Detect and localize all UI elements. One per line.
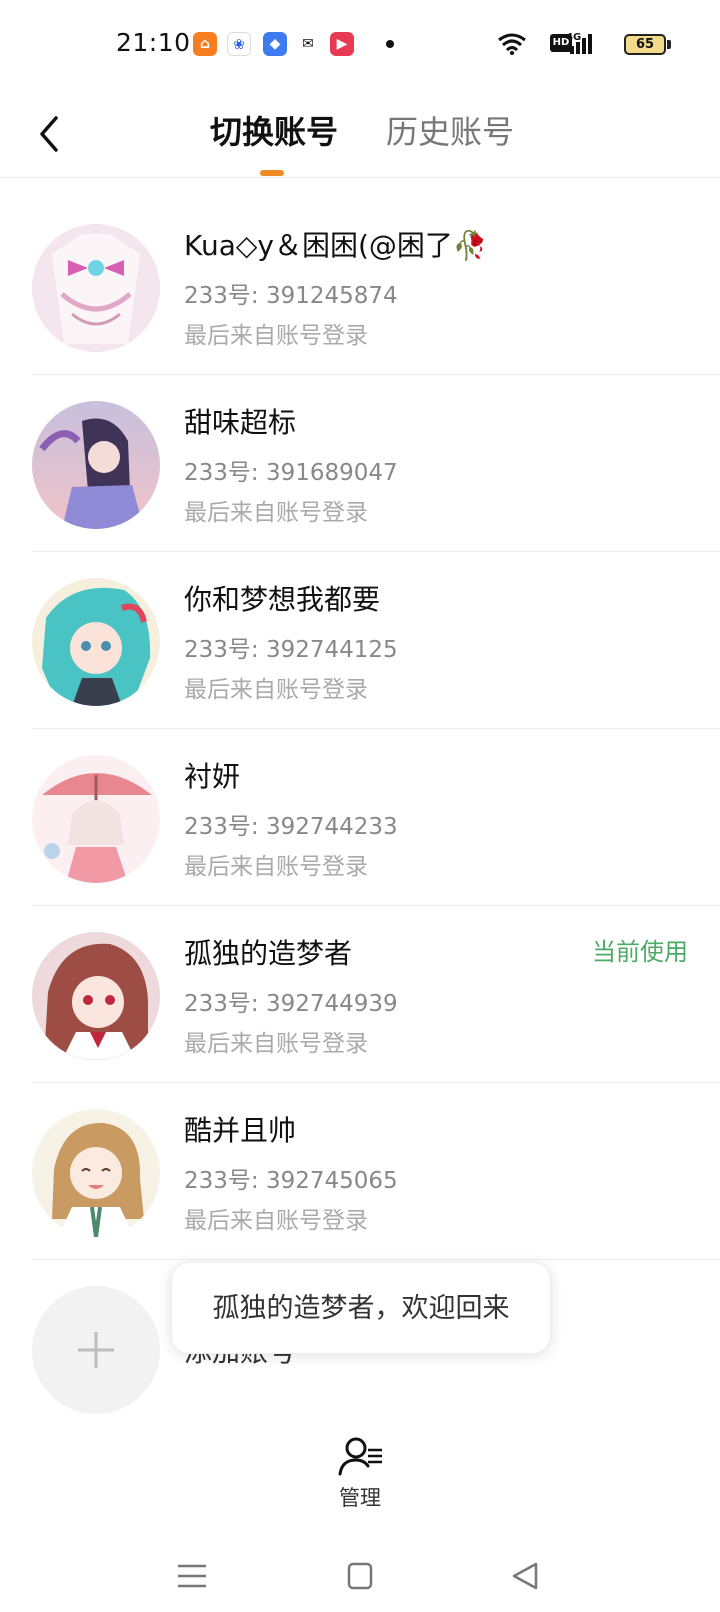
avatar — [32, 932, 160, 1060]
account-id: 233号: 392744125 — [184, 637, 398, 663]
active-tab-indicator — [260, 170, 284, 176]
account-name: Kua◇y＆困困(@困了🥀 — [184, 229, 488, 262]
manage-label: 管理 — [339, 1486, 381, 1510]
account-login-source: 最后来自账号登录 — [184, 323, 368, 349]
account-name: 甜味超标 — [184, 406, 297, 439]
video-icon: ▶ — [330, 32, 354, 56]
battery-level: 65 — [635, 37, 655, 52]
account-row[interactable]: 你和梦想我都要 233号: 392744125 最后来自账号登录 — [32, 552, 720, 729]
toast-text: 孤独的造梦者，欢迎回来 — [212, 1293, 510, 1324]
account-id: 233号: 392745065 — [184, 1168, 398, 1194]
status-bar: 21:10 ⌂ ❀ ◆ ✉ ▶ HD 4G 65 — [0, 0, 720, 90]
account-row[interactable]: 酷并且帅 233号: 392745065 最后来自账号登录 — [32, 1083, 720, 1260]
account-row[interactable]: 孤独的造梦者 当前使用 233号: 392744939 最后来自账号登录 — [32, 906, 720, 1083]
account-id: 233号: 392744939 — [184, 991, 398, 1017]
tab-history-account[interactable]: 历史账号 — [386, 110, 514, 154]
account-id: 233号: 391245874 — [184, 283, 398, 309]
battery-icon: 65 — [624, 34, 666, 55]
account-list: Kua◇y＆困困(@困了🥀 233号: 391245874 最后来自账号登录 甜… — [0, 198, 720, 1260]
avatar — [32, 755, 160, 883]
current-account-badge: 当前使用 — [592, 938, 688, 966]
home-icon[interactable] — [340, 1558, 380, 1594]
avatar — [32, 578, 160, 706]
account-id: 233号: 392744233 — [184, 814, 398, 840]
avatar — [32, 401, 160, 529]
add-account-circle[interactable] — [32, 1286, 160, 1414]
manage-button[interactable]: 管理 — [320, 1430, 400, 1516]
account-row[interactable]: 甜味超标 233号: 391689047 最后来自账号登录 — [32, 375, 720, 552]
avatar — [32, 1109, 160, 1237]
account-login-source: 最后来自账号登录 — [184, 677, 368, 703]
account-login-source: 最后来自账号登录 — [184, 854, 368, 880]
feishu-icon: ◆ — [263, 32, 287, 56]
battery-cap — [667, 40, 671, 49]
signal-icon: 4G — [566, 32, 592, 54]
status-time: 21:10 — [116, 28, 191, 57]
account-row[interactable]: Kua◇y＆困困(@困了🥀 233号: 391245874 最后来自账号登录 — [32, 198, 720, 375]
back-nav-icon[interactable] — [506, 1558, 546, 1594]
account-name: 酷并且帅 — [184, 1114, 297, 1147]
avatar — [32, 224, 160, 352]
account-name: 你和梦想我都要 — [184, 583, 381, 616]
back-button[interactable] — [30, 110, 70, 158]
baidu-icon: ❀ — [227, 32, 251, 56]
account-name: 衬妍 — [184, 760, 241, 793]
header: 切换账号 历史账号 — [0, 90, 720, 178]
notification-dot — [386, 40, 394, 48]
welcome-toast: 孤独的造梦者，欢迎回来 — [171, 1262, 551, 1354]
menu-icon[interactable] — [172, 1558, 212, 1594]
account-row[interactable]: 衬妍 233号: 392744233 最后来自账号登录 — [32, 729, 720, 906]
account-login-source: 最后来自账号登录 — [184, 1208, 368, 1234]
svg-text:4G: 4G — [566, 32, 581, 43]
wifi-icon — [498, 33, 526, 55]
taobao-icon: ⌂ — [193, 32, 217, 56]
account-id: 233号: 391689047 — [184, 460, 398, 486]
tab-switch-account[interactable]: 切换账号 — [210, 110, 338, 154]
wechat-icon: ✉ — [296, 32, 320, 56]
account-login-source: 最后来自账号登录 — [184, 500, 368, 526]
account-login-source: 最后来自账号登录 — [184, 1031, 368, 1057]
plus-icon — [78, 1332, 114, 1368]
system-nav-bar — [0, 1540, 720, 1612]
manage-users-icon — [338, 1437, 382, 1476]
account-name: 孤独的造梦者 — [184, 937, 353, 970]
